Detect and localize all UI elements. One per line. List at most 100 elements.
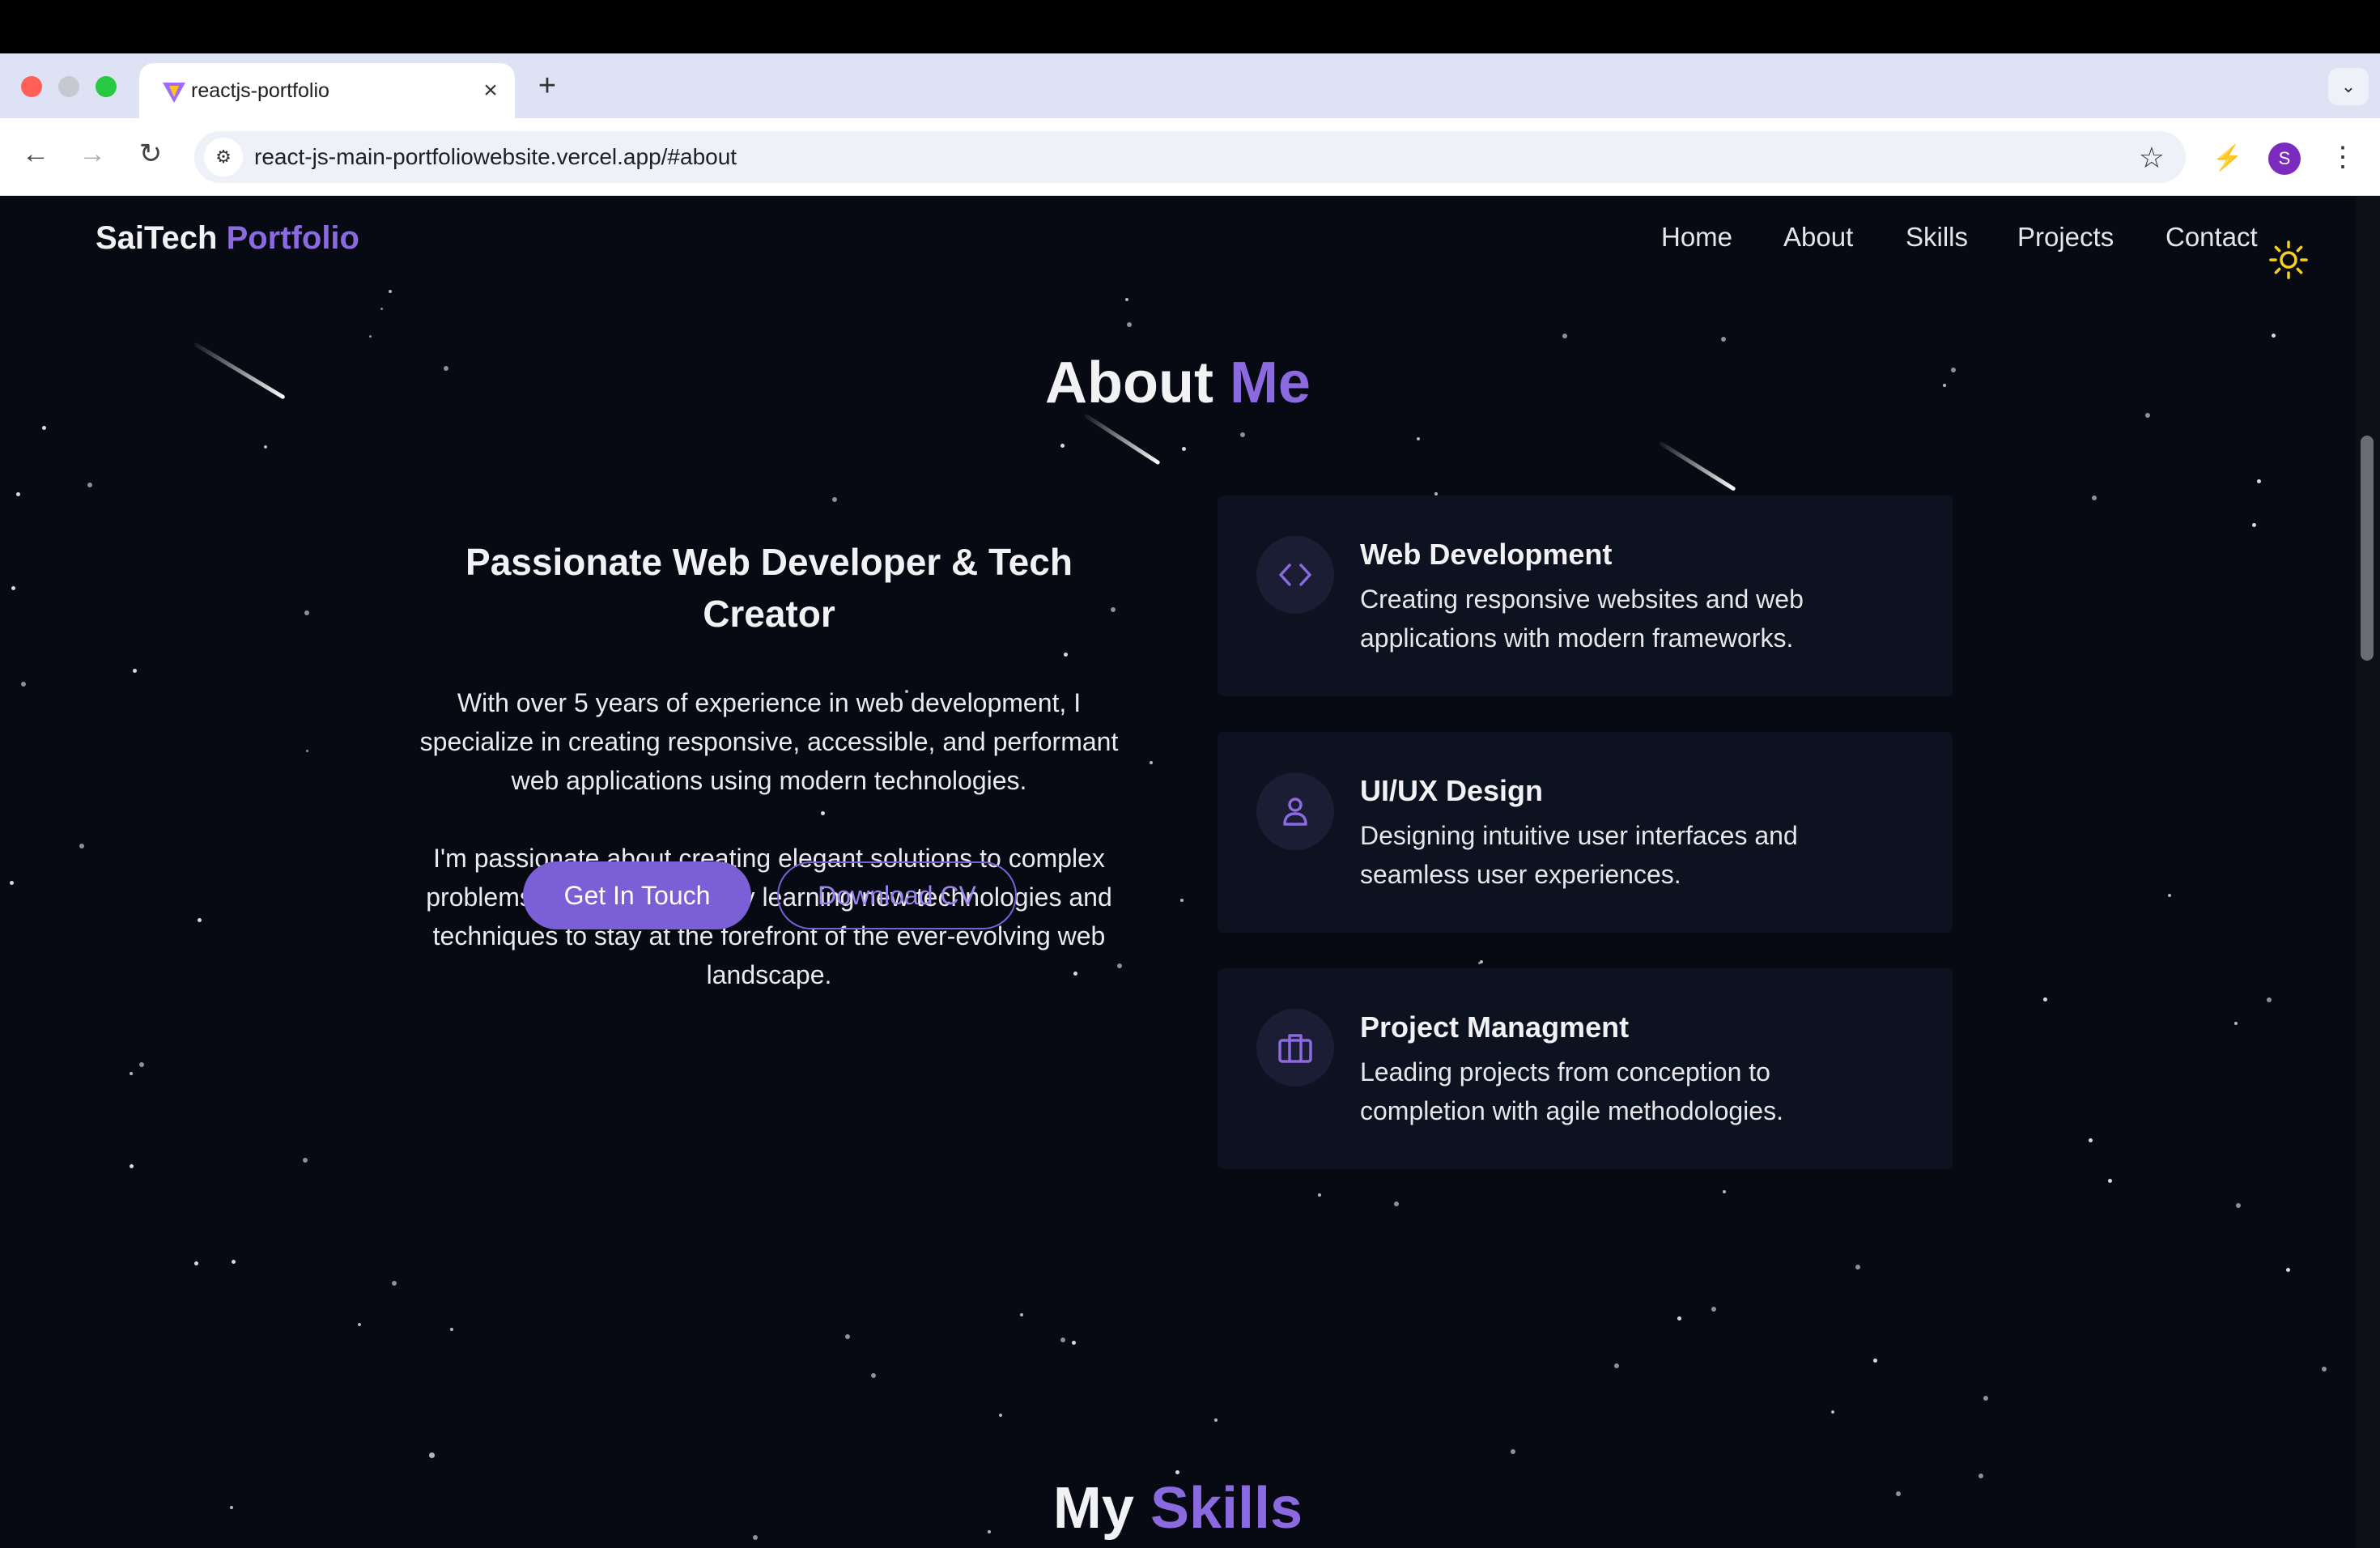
headline-line: Passionate Web Developer & Tech [465, 541, 1073, 583]
star [2322, 1367, 2327, 1372]
new-tab-button[interactable]: + [531, 70, 563, 102]
sun-icon[interactable] [2268, 240, 2309, 280]
nav-skills[interactable]: Skills [1906, 222, 1968, 253]
star [1983, 1396, 1988, 1401]
star [1394, 1201, 1399, 1206]
star [1677, 1316, 1681, 1320]
browser-tab[interactable]: reactjs-portfolio × [139, 63, 515, 118]
star [999, 1414, 1002, 1417]
star [2043, 997, 2047, 1002]
card-description-line: completion with agile methodologies. [1360, 1096, 1783, 1125]
brand-main: SaiTech [96, 220, 218, 256]
avatar[interactable]: S [2268, 142, 2301, 175]
get-in-touch-button[interactable]: Get In Touch [523, 861, 751, 929]
star [392, 1281, 397, 1286]
scrollbar-thumb[interactable] [2361, 436, 2374, 661]
back-icon[interactable]: ← [18, 136, 53, 172]
star [2257, 479, 2261, 483]
star [2168, 894, 2171, 897]
site-info-icon[interactable]: ⚙ [204, 138, 243, 176]
star [303, 1158, 308, 1163]
maximize-window-button[interactable] [96, 76, 117, 97]
browser-toolbar: ← → ↻ ⚙ react-js-main-portfoliowebsite.v… [0, 118, 2380, 196]
star [450, 1328, 453, 1331]
meteor [1083, 413, 1161, 466]
menubar-area [0, 0, 2380, 53]
star [2252, 523, 2256, 527]
code-icon [1256, 536, 1334, 614]
star [369, 335, 372, 338]
star [1831, 1410, 1834, 1414]
reload-icon[interactable]: ↻ [133, 136, 168, 172]
star [11, 586, 15, 590]
star [1511, 1449, 1515, 1454]
kebab-menu-icon[interactable]: ⋮ [2327, 139, 2359, 175]
paragraph-line: problems, and I'm constantly learning ne… [426, 882, 1112, 912]
star [1060, 1337, 1065, 1342]
briefcase-icon [1256, 1009, 1334, 1087]
user-icon [1256, 772, 1334, 850]
card-description: Leading projects from conception to comp… [1360, 1053, 1894, 1130]
star [1240, 432, 1245, 437]
chevron-down-icon[interactable]: ⌄ [2328, 68, 2369, 105]
star [871, 1373, 876, 1378]
star [1180, 899, 1184, 902]
paragraph-line: With over 5 years of experience in web d… [457, 688, 1082, 717]
card-description-line: Leading projects from conception to [1360, 1057, 1770, 1087]
page-viewport: SaiTech Portfolio Home About Skills Proj… [0, 196, 2356, 1548]
card-description-line: applications with modern frameworks. [1360, 623, 1794, 653]
scrollbar[interactable] [2356, 196, 2380, 1548]
star [1614, 1363, 1619, 1368]
star [139, 1062, 144, 1067]
about-title-main: About [1045, 351, 1213, 415]
close-window-button[interactable] [21, 76, 42, 97]
star [2089, 1138, 2093, 1142]
star [1855, 1265, 1860, 1269]
about-headline: Passionate Web Developer & Tech Creator [410, 536, 1128, 640]
card-title: Web Development [1360, 538, 1613, 571]
star [1020, 1313, 1023, 1316]
nav-about[interactable]: About [1783, 222, 1853, 253]
tab-title: reactjs-portfolio [191, 79, 329, 102]
star [2234, 1022, 2238, 1025]
service-card-project-management: Project Managment Leading projects from … [1218, 968, 1953, 1169]
star [1127, 322, 1132, 327]
card-title: Project Managment [1360, 1010, 1630, 1044]
star-icon[interactable]: ☆ [2139, 141, 2165, 175]
nav-home[interactable]: Home [1661, 222, 1732, 253]
star [2092, 495, 2097, 500]
star [2286, 1268, 2290, 1272]
star [232, 1260, 236, 1264]
nav-projects[interactable]: Projects [2017, 222, 2114, 253]
star [1214, 1418, 1218, 1422]
star [358, 1323, 361, 1326]
star [198, 918, 202, 922]
star [1064, 653, 1068, 657]
star [16, 492, 20, 496]
about-paragraph-1: With over 5 years of experience in web d… [405, 683, 1133, 800]
card-description: Creating responsive websites and web app… [1360, 580, 1894, 657]
card-description: Designing intuitive user interfaces and … [1360, 816, 1894, 894]
address-bar[interactable]: ⚙ react-js-main-portfoliowebsite.vercel.… [194, 131, 2186, 183]
star [304, 610, 309, 615]
forward-icon[interactable]: → [74, 136, 110, 172]
url-text[interactable]: react-js-main-portfoliowebsite.vercel.ap… [254, 144, 737, 170]
vite-favicon-icon [163, 83, 185, 103]
paragraph-line: I'm passionate about creating elegant so… [433, 844, 1105, 873]
extension-icon[interactable]: ⚡ [2210, 141, 2246, 176]
star [2108, 1179, 2112, 1183]
star [1182, 447, 1186, 451]
star [130, 1164, 134, 1168]
close-tab-icon[interactable]: × [476, 74, 505, 107]
star [429, 1452, 435, 1458]
star [1060, 444, 1065, 448]
star [1125, 298, 1128, 301]
star [1562, 334, 1567, 338]
minimize-window-button[interactable] [58, 76, 79, 97]
skills-title-main: My [1052, 1476, 1134, 1541]
about-title: About Me [0, 350, 2356, 416]
star [79, 844, 84, 848]
download-cv-button[interactable]: Download CV [777, 861, 1017, 929]
nav-contact[interactable]: Contact [2165, 222, 2258, 253]
site-logo[interactable]: SaiTech Portfolio [96, 220, 359, 257]
